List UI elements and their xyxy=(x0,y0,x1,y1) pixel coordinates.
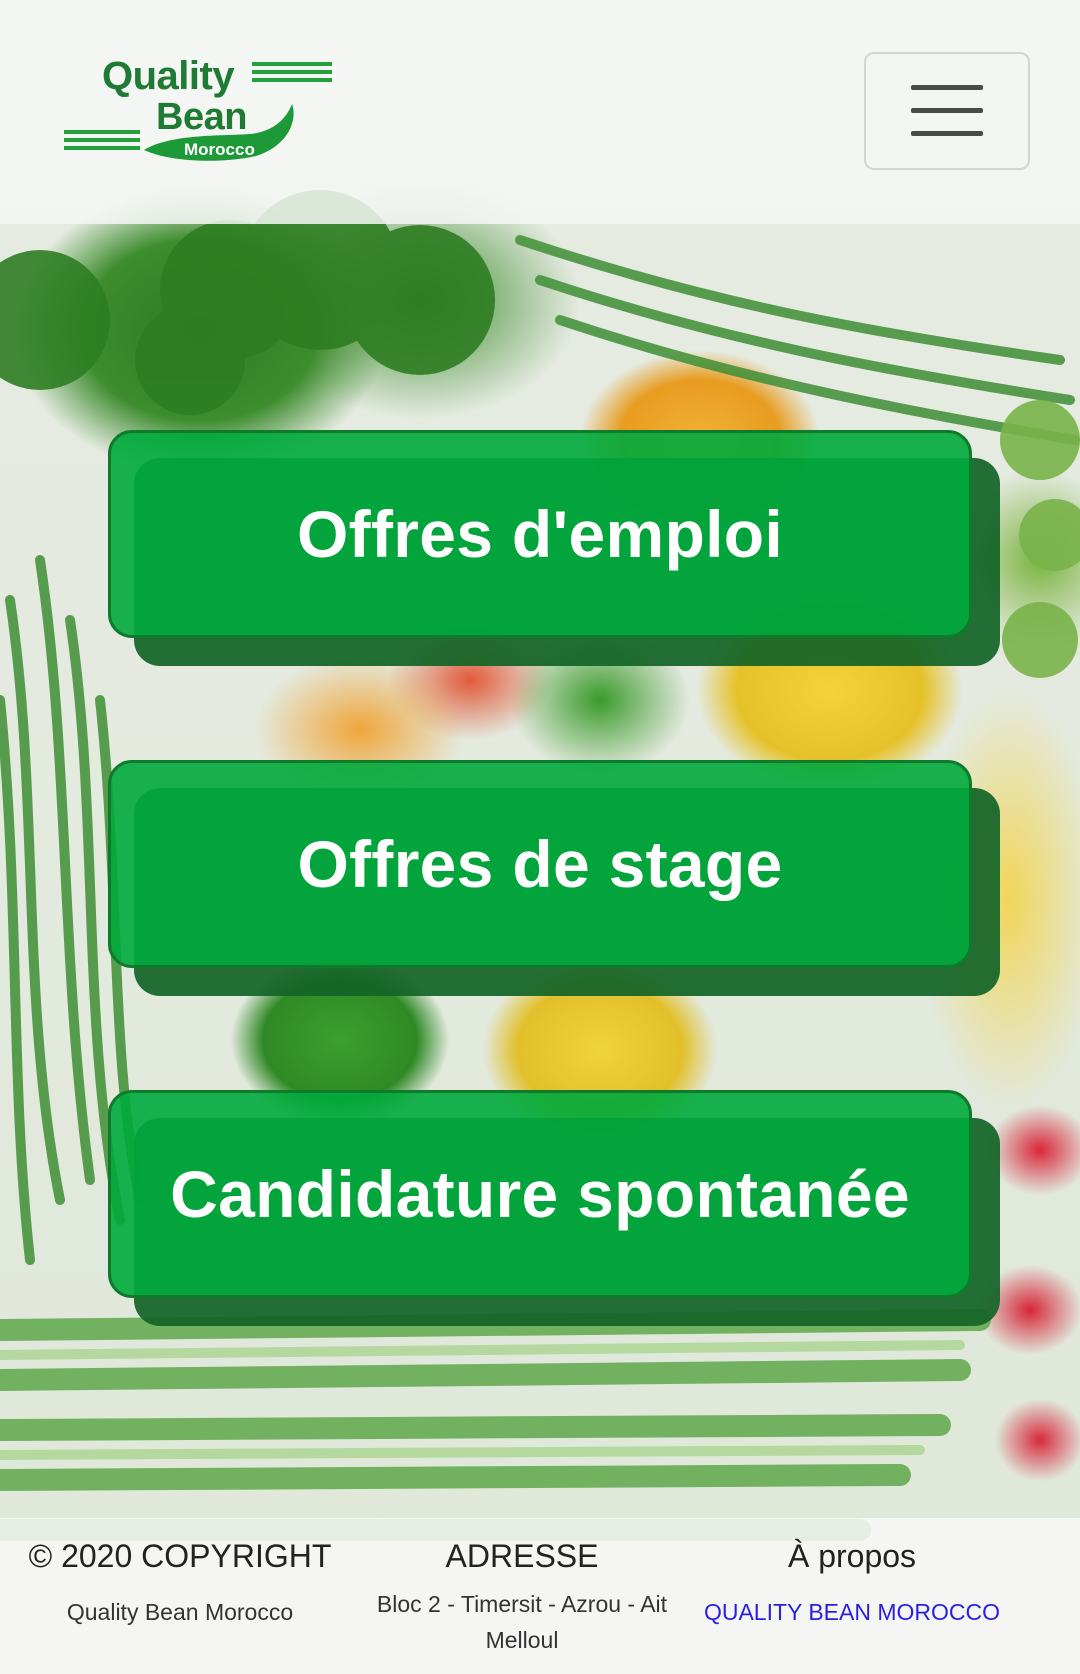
address-line-1: Bloc 2 - Timersit - Azrou - Ait xyxy=(376,1591,668,1617)
site-header: Quality Bean Morocco xyxy=(0,0,1080,224)
copyright-text: Quality Bean Morocco xyxy=(66,1599,294,1625)
about-heading: À propos xyxy=(787,1538,917,1574)
logo-word-morocco: Morocco xyxy=(184,140,255,159)
quality-bean-logo[interactable]: Quality Bean Morocco xyxy=(60,50,350,170)
menu-toggle-button[interactable] xyxy=(864,52,1030,170)
hamburger-menu-icon xyxy=(911,83,983,139)
site-footer: © 2020 COPYRIGHT Quality Bean Morocco AD… xyxy=(0,1518,1080,1674)
about-company-link[interactable]: QUALITY BEAN MOROCCO xyxy=(704,1599,1000,1625)
job-offers-button[interactable]: Offres d'emploi xyxy=(108,430,972,638)
internship-offers-card: Offres de stage xyxy=(108,760,1000,996)
address-heading: ADRESSE xyxy=(445,1538,599,1574)
spontaneous-application-card: Candidature spontanée xyxy=(108,1090,1000,1326)
about-text: QUALITY BEAN MOROCCO xyxy=(672,1594,1032,1630)
address-line-2: Melloul xyxy=(485,1627,559,1653)
copyright-heading: © 2020 COPYRIGHT xyxy=(28,1538,332,1574)
job-offers-card: Offres d'emploi xyxy=(108,430,1000,666)
logo-word-bean: Bean xyxy=(156,96,247,138)
logo-word-quality: Quality xyxy=(102,54,235,98)
internship-offers-button[interactable]: Offres de stage xyxy=(108,760,972,968)
spontaneous-application-button[interactable]: Candidature spontanée xyxy=(108,1090,972,1298)
